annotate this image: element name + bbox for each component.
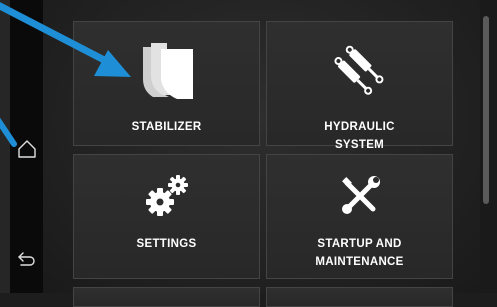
tile-settings[interactable]: SETTINGS — [73, 154, 260, 279]
scrollbar-thumb[interactable] — [483, 16, 489, 204]
tile-label: SETTINGS — [136, 238, 197, 250]
back-button[interactable] — [10, 244, 43, 274]
tile-label-line1: HYDRAULIC — [324, 121, 395, 133]
tile-partial[interactable] — [73, 287, 260, 307]
gears-icon — [74, 167, 259, 225]
tile-label: STABILIZER — [131, 121, 202, 133]
tile-startup-maintenance[interactable]: STARTUP AND MAINTENANCE — [266, 154, 453, 279]
home-button[interactable] — [10, 134, 43, 164]
back-icon — [17, 252, 35, 266]
hydraulic-cylinder-icon — [267, 38, 452, 106]
wrench-screwdriver-icon — [267, 167, 452, 225]
tile-label-line1: STARTUP AND — [317, 238, 402, 250]
tile-label-line2: SYSTEM — [334, 139, 385, 151]
left-edge — [0, 0, 10, 293]
tile-label-line2: MAINTENANCE — [315, 256, 404, 268]
menu-grid: STABILIZER HYDRAULIC SYSTEM SETTINGS STA… — [43, 0, 480, 307]
tile-stabilizer[interactable]: STABILIZER — [73, 21, 260, 146]
stabilizer-icon — [74, 38, 259, 106]
tile-label: STARTUP AND MAINTENANCE — [267, 235, 452, 271]
scrollbar[interactable] — [480, 0, 497, 293]
tile-hydraulic-system[interactable]: HYDRAULIC SYSTEM — [266, 21, 453, 151]
tile-partial[interactable] — [266, 287, 453, 307]
tile-label: HYDRAULIC SYSTEM — [267, 118, 452, 154]
home-icon — [17, 140, 36, 158]
side-nav-rail — [10, 0, 43, 293]
